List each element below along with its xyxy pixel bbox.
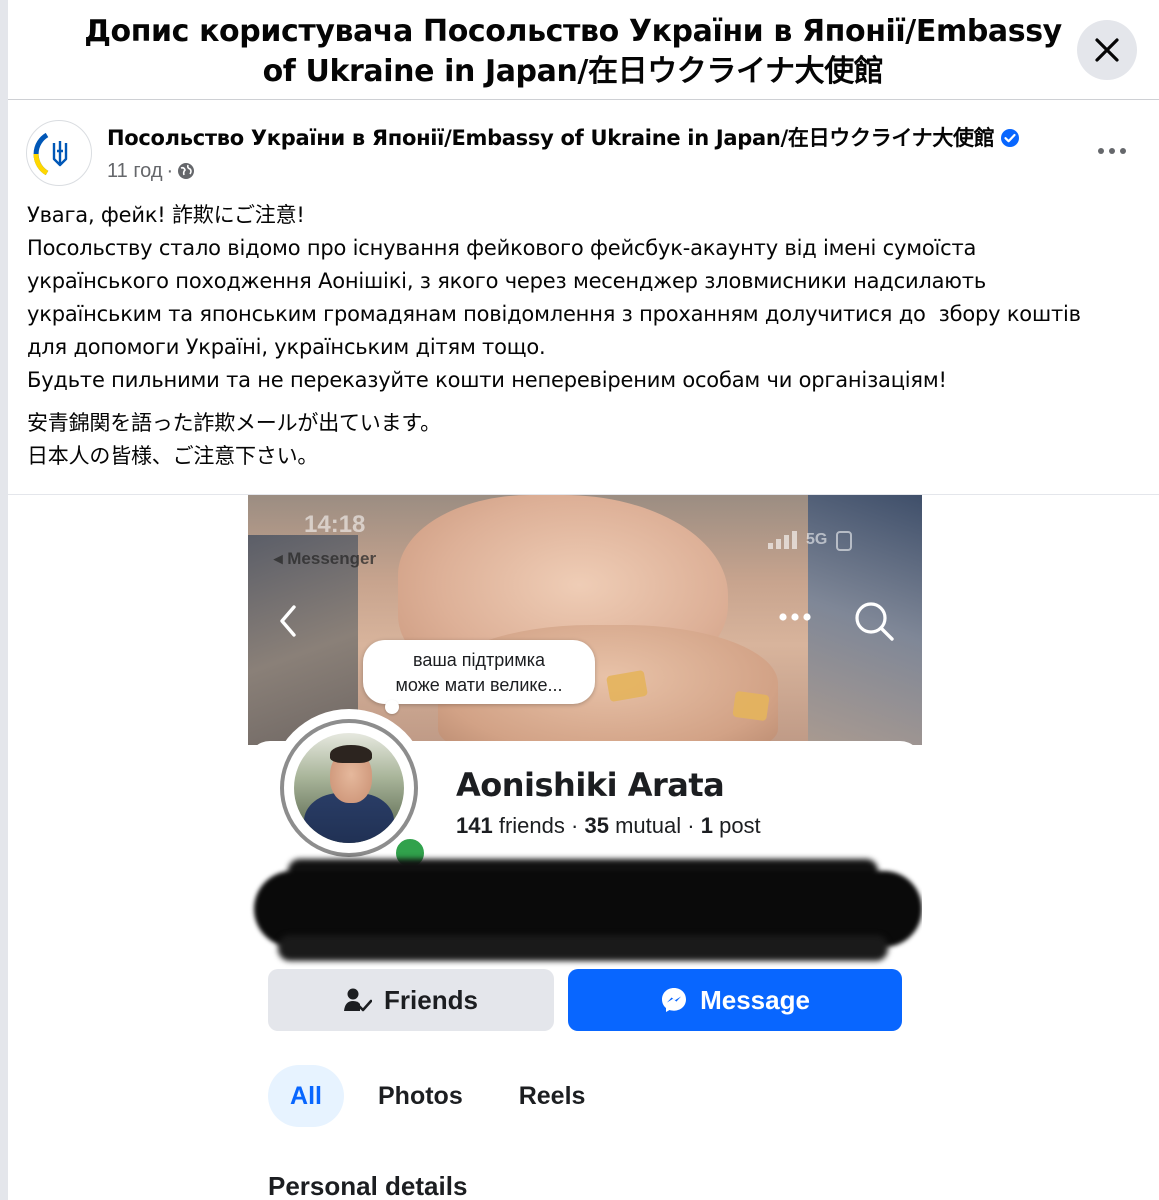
- post-timestamp[interactable]: 11 год: [107, 158, 163, 184]
- note-bubble-tail: [385, 700, 399, 714]
- stats-separator-2: ·: [687, 813, 695, 838]
- status-bar-back-app: ◂ Messenger: [274, 549, 377, 568]
- profile-cover-photo: 14:18 ◂ Messenger 5G: [248, 495, 922, 745]
- friends-label: friends: [498, 813, 565, 838]
- dialog-title-line-1: Допис користувача Посольство України в Я…: [84, 14, 1062, 49]
- more-options-button[interactable]: [1086, 130, 1138, 172]
- meta-separator: ·: [166, 160, 174, 182]
- messenger-icon: [662, 988, 687, 1012]
- post-dialog: Допис користувача Посольство України в Я…: [8, 0, 1159, 1200]
- profile-picture-ring: [280, 719, 418, 857]
- embassy-logo-icon: [33, 132, 68, 176]
- posts-label: post: [719, 813, 761, 838]
- message-button-label: Message: [700, 984, 810, 1015]
- tab-photos[interactable]: Photos: [378, 1065, 463, 1127]
- attached-screenshot[interactable]: 14:18 ◂ Messenger 5G ваша підтримка може…: [248, 495, 922, 1200]
- stats-separator-1: ·: [571, 813, 579, 838]
- friends-check-icon: [344, 988, 373, 1012]
- note-bubble-text: ваша підтримка може мати велике...: [395, 650, 563, 695]
- cover-wristband-right: [732, 690, 770, 722]
- note-bubble: ваша підтримка може мати велике...: [363, 640, 595, 714]
- posts-count: 1: [700, 813, 713, 838]
- close-button[interactable]: [1077, 20, 1137, 80]
- post-author-name[interactable]: Посольство України в Японії/Embassy of U…: [107, 126, 995, 150]
- post-header: Посольство України в Японії/Embassy of U…: [26, 116, 1146, 188]
- post-body: Увага, фейк! 詐欺にご注意! Посольству стало ві…: [27, 199, 1147, 473]
- friends-button[interactable]: Friends: [268, 969, 554, 1031]
- tab-all[interactable]: All: [268, 1065, 344, 1127]
- page-avatar[interactable]: [26, 120, 92, 186]
- more-options-icon: [1098, 148, 1126, 154]
- signal-icon: [768, 531, 797, 549]
- profile-more-icon[interactable]: [778, 611, 812, 623]
- mutual-count: 35: [584, 813, 609, 838]
- post-text-ukrainian: Увага, фейк! 詐欺にご注意! Посольству стало ві…: [27, 203, 1081, 392]
- close-icon: [1095, 38, 1119, 62]
- friends-button-label: Friends: [384, 984, 478, 1015]
- profile-picture: [294, 733, 404, 843]
- redaction-scribble-bottom: [278, 935, 888, 961]
- profile-stats: 141 friends · 35 mutual · 1 post: [456, 813, 761, 839]
- profile-name: Aonishiki Arata: [456, 766, 725, 804]
- battery-icon: [836, 531, 853, 551]
- personal-details-heading: Personal details: [268, 1171, 468, 1200]
- message-button[interactable]: Message: [568, 969, 902, 1031]
- profile-tabs: All Photos Reels: [268, 1065, 585, 1127]
- mutual-label: mutual: [615, 813, 682, 838]
- search-icon[interactable]: [852, 599, 896, 643]
- dialog-header: Допис користувача Посольство України в Я…: [8, 0, 1159, 100]
- status-bar-time: 14:18: [304, 511, 366, 538]
- status-bar-indicators: 5G: [768, 529, 853, 551]
- post-author[interactable]: Посольство України в Японії/Embassy of U…: [107, 124, 1020, 152]
- back-arrow-icon[interactable]: [276, 601, 300, 641]
- dialog-title: Допис користувача Посольство України в Я…: [68, 12, 1078, 92]
- globe-icon: [178, 163, 195, 179]
- post-meta: 11 год ·: [107, 158, 195, 184]
- dialog-title-line-2: of Ukraine in Japan/在日ウクライナ大使館: [262, 54, 884, 89]
- tab-reels[interactable]: Reels: [519, 1065, 586, 1127]
- verified-badge-icon: [1001, 129, 1020, 147]
- post-text-japanese: 安青錦関を語った詐欺メールが出ています。 日本人の皆様、ご注意下さい。: [27, 411, 441, 468]
- status-bar-network: 5G: [806, 531, 828, 548]
- profile-picture-hair: [330, 745, 372, 763]
- friends-count: 141: [456, 813, 493, 838]
